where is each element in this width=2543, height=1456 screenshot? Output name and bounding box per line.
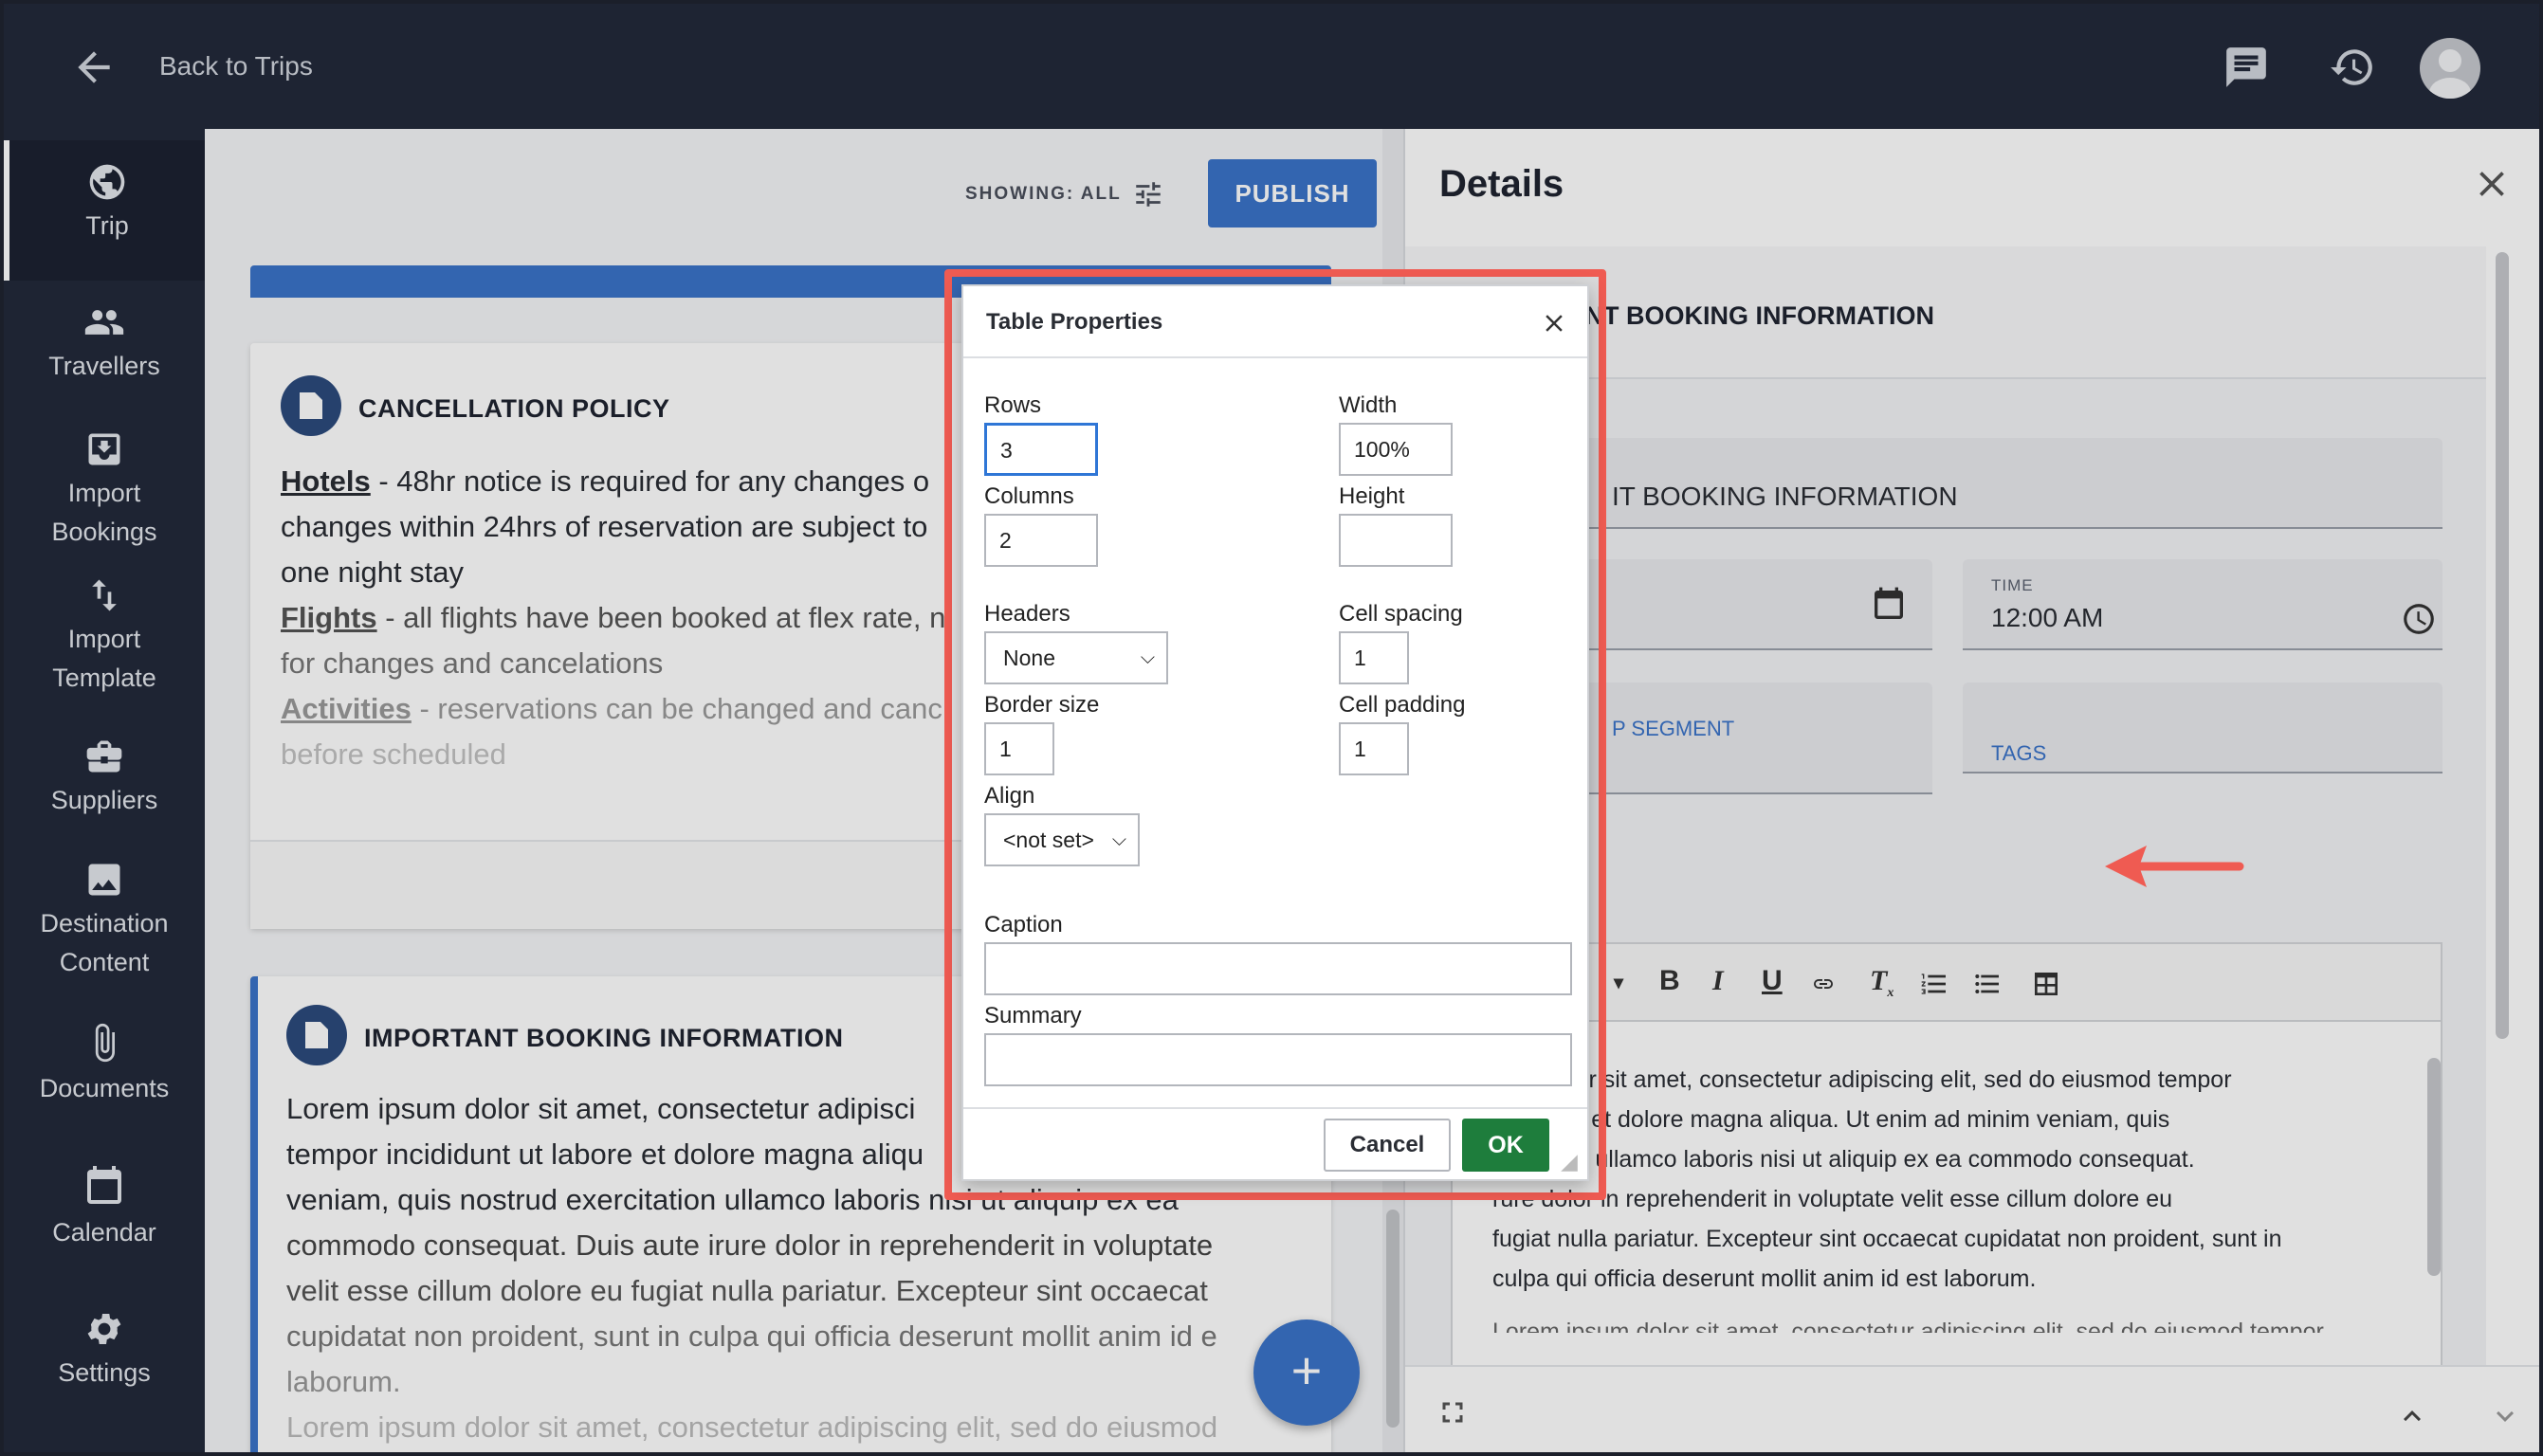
dialog-header: Table Properties — [963, 286, 1587, 358]
rows-input[interactable]: 3 — [984, 423, 1098, 476]
ok-button[interactable]: OK — [1462, 1119, 1549, 1172]
close-icon[interactable] — [1540, 309, 1568, 337]
table-properties-dialog: Table Properties Rows 3 Width 100% Colum… — [961, 284, 1589, 1181]
align-label: Align — [984, 783, 1035, 809]
resize-handle-icon[interactable] — [1559, 1153, 1580, 1174]
border-size-label: Border size — [984, 692, 1100, 718]
chevron-down-icon: ⌵ — [1140, 647, 1155, 668]
cancel-button[interactable]: Cancel — [1324, 1119, 1451, 1172]
columns-input[interactable]: 2 — [984, 514, 1098, 567]
dialog-footer: Cancel OK — [963, 1107, 1587, 1181]
caption-input[interactable] — [984, 942, 1572, 995]
cell-padding-input[interactable]: 1 — [1339, 722, 1409, 775]
width-label: Width — [1339, 392, 1398, 418]
dialog-title: Table Properties — [986, 309, 1163, 335]
cell-spacing-input[interactable]: 1 — [1339, 631, 1409, 684]
caption-label: Caption — [984, 912, 1063, 937]
cell-padding-label: Cell padding — [1339, 692, 1466, 718]
summary-input[interactable] — [984, 1033, 1572, 1086]
width-input[interactable]: 100% — [1339, 423, 1453, 476]
headers-selected-value: None — [1003, 646, 1055, 670]
border-size-input[interactable]: 1 — [984, 722, 1054, 775]
chevron-down-icon: ⌵ — [1111, 829, 1126, 850]
headers-select[interactable]: None ⌵ — [984, 631, 1168, 684]
summary-label: Summary — [984, 1003, 1082, 1028]
rows-label: Rows — [984, 392, 1042, 418]
height-input[interactable] — [1339, 514, 1453, 567]
cell-spacing-label: Cell spacing — [1339, 601, 1463, 627]
app-window: Back to Trips Trip Travellers Import Boo… — [0, 0, 2543, 1456]
columns-label: Columns — [984, 483, 1074, 509]
align-select[interactable]: <not set> ⌵ — [984, 813, 1140, 866]
align-selected-value: <not set> — [1003, 828, 1094, 852]
height-label: Height — [1339, 483, 1405, 509]
headers-label: Headers — [984, 601, 1070, 627]
annotation-arrow-icon — [2105, 846, 2244, 887]
